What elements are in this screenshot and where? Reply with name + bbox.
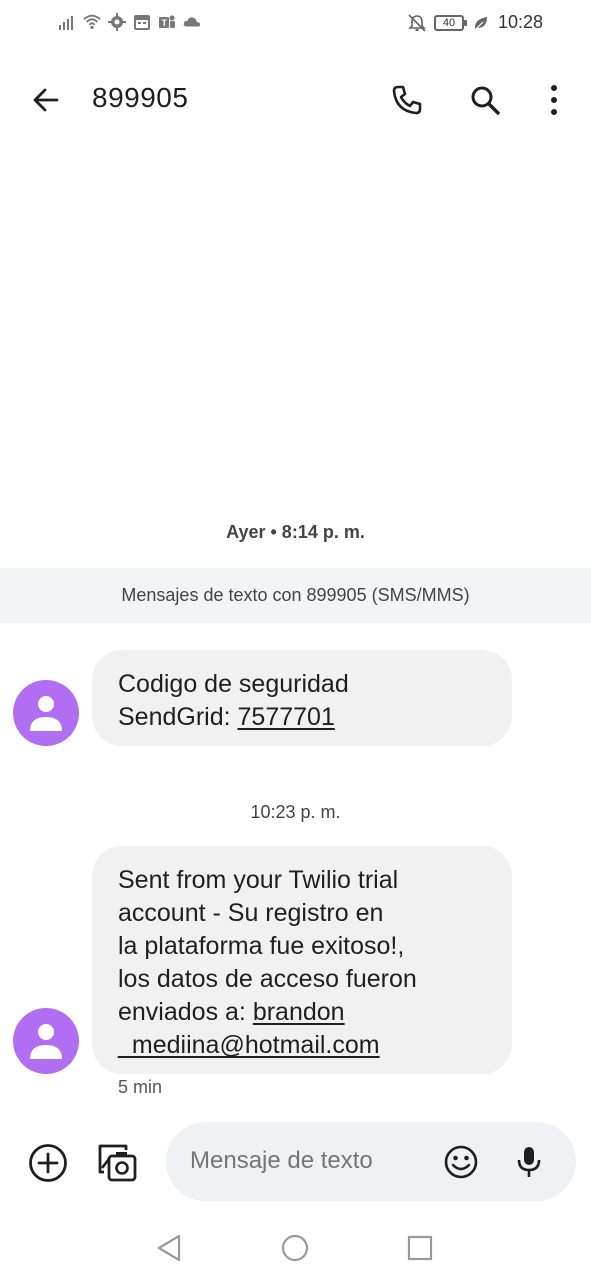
search-button[interactable] xyxy=(463,78,507,122)
status-bar: T 40 10:28 xyxy=(0,0,591,46)
message-bubble[interactable]: Codigo de seguridad SendGrid: 7577701 xyxy=(92,650,512,746)
person-icon xyxy=(30,696,62,731)
message-text-prefix: enviados a: xyxy=(118,998,253,1026)
more-options-button[interactable] xyxy=(532,78,576,122)
back-button[interactable] xyxy=(26,80,66,120)
more-vert-icon xyxy=(551,85,557,115)
person-icon xyxy=(30,1024,62,1059)
nav-back-icon xyxy=(157,1234,181,1262)
message-row: Sent from your Twilio trial account - Su… xyxy=(0,846,591,1074)
app-bar: 899905 xyxy=(0,60,591,140)
message-text: la plataforma fue exitoso!, xyxy=(118,932,405,960)
call-button[interactable] xyxy=(385,78,429,122)
conversation-title: 899905 xyxy=(92,82,189,113)
avatar[interactable] xyxy=(13,680,79,746)
search-icon xyxy=(471,86,500,115)
email-link[interactable]: _mediina@hotmail.com xyxy=(118,1031,380,1059)
nav-back-button[interactable] xyxy=(153,1232,185,1264)
system-nav-bar xyxy=(0,1222,591,1272)
emoji-button[interactable] xyxy=(442,1143,480,1181)
emoji-icon xyxy=(444,1145,478,1179)
day-label: Ayer • 8:14 p. m. xyxy=(226,522,365,542)
gallery-button[interactable] xyxy=(94,1140,140,1186)
message-text: Codigo de seguridad xyxy=(118,670,349,698)
message-text: account - Su registro en xyxy=(118,899,384,927)
battery-icon: 40 xyxy=(433,14,467,31)
message-row: Codigo de seguridad SendGrid: 7577701 xyxy=(0,650,591,746)
status-icons-right: 40 10:28 xyxy=(408,12,543,33)
status-icons-left: T xyxy=(58,13,201,31)
message-text-prefix: SendGrid: xyxy=(118,703,238,731)
settings-icon xyxy=(108,13,126,31)
cloud-icon xyxy=(183,17,201,27)
eco-leaf-icon xyxy=(474,16,487,30)
message-text: _mediina@hotmail.com xyxy=(118,1029,486,1062)
wifi-icon xyxy=(83,14,101,30)
gallery-camera-icon xyxy=(98,1144,137,1182)
add-attachment-button[interactable] xyxy=(27,1142,69,1184)
message-text: los datos de acceso fueron xyxy=(118,965,417,993)
nav-recents-icon xyxy=(407,1235,433,1261)
notifications-off-icon xyxy=(408,13,426,32)
message-input-pill xyxy=(166,1122,576,1201)
nav-home-icon xyxy=(281,1234,309,1262)
email-link[interactable]: brandon xyxy=(253,998,345,1026)
conversation-info-band: Mensajes de texto con 899905 (SMS/MMS) xyxy=(0,568,591,623)
status-time: 10:28 xyxy=(497,12,543,32)
time-label: 10:23 p. m. xyxy=(250,802,341,822)
message-text: SendGrid: 7577701 xyxy=(118,701,486,734)
message-bubble[interactable]: Sent from your Twilio trial account - Su… xyxy=(92,846,512,1074)
message-input[interactable] xyxy=(190,1147,430,1175)
message-timestamp: 5 min xyxy=(118,1077,163,1097)
arrow-back-icon xyxy=(33,88,59,112)
call-icon xyxy=(392,85,422,115)
message-text: enviados a: brandon xyxy=(118,996,486,1029)
signal-icon xyxy=(59,16,73,30)
svg-text:T: T xyxy=(162,18,168,28)
add-circle-icon xyxy=(29,1144,67,1182)
teams-icon: T xyxy=(159,15,175,28)
nav-recents-button[interactable] xyxy=(404,1232,436,1264)
calendar-icon xyxy=(134,15,150,30)
mic-icon xyxy=(517,1147,541,1177)
avatar[interactable] xyxy=(13,1008,79,1074)
nav-home-button[interactable] xyxy=(279,1232,311,1264)
message-text: Sent from your Twilio trial xyxy=(118,866,399,894)
microphone-button[interactable] xyxy=(510,1143,548,1181)
compose-bar xyxy=(0,1122,591,1202)
security-code-link[interactable]: 7577701 xyxy=(238,703,335,731)
